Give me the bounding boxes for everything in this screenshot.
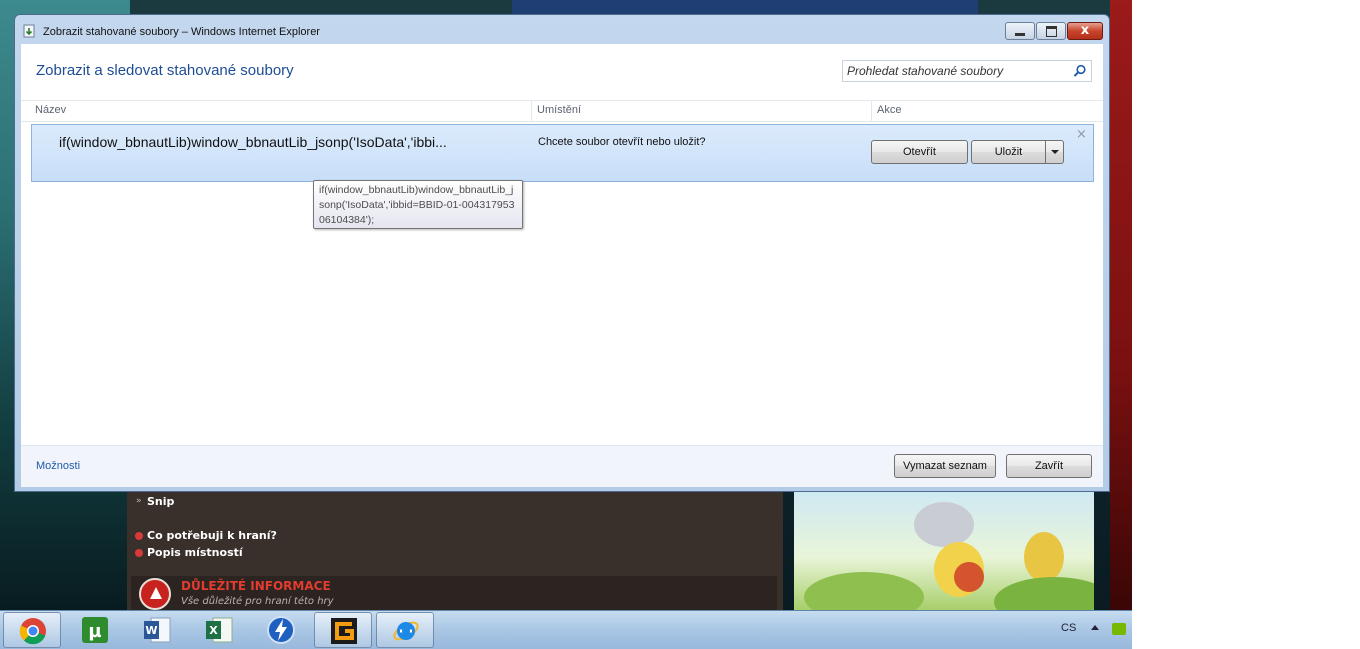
word-icon: W <box>144 617 171 643</box>
window-footer: Možnosti Vymazat seznam Zavřít <box>21 445 1103 487</box>
download-status: Chcete soubor otevřít nebo uložit? <box>538 136 706 148</box>
taskbar-utorrent[interactable]: µ <box>66 612 124 648</box>
column-header-name[interactable]: Název <box>35 104 66 116</box>
taskbar: µ W X CS <box>0 610 1132 649</box>
column-header-location[interactable]: Umístění <box>537 104 581 116</box>
header-band: Zobrazit a sledovat stahované soubory <box>21 44 1103 100</box>
page-title: Zobrazit a sledovat stahované soubory <box>36 62 294 79</box>
info-title: DŮLEŽITÉ INFORMACE <box>181 579 331 593</box>
info-subtitle: Vše důležité pro hraní této hry <box>181 596 334 607</box>
game-banner-image[interactable] <box>794 492 1094 610</box>
minimize-button[interactable] <box>1005 22 1035 40</box>
link-bullet-icon <box>135 532 143 540</box>
save-options-dropdown[interactable] <box>1045 140 1064 164</box>
title-bar[interactable]: Zobrazit stahované soubory – Windows Int… <box>15 15 1109 45</box>
close-window-button[interactable]: x <box>1067 22 1103 40</box>
taskbar-word[interactable]: W <box>128 612 186 648</box>
close-icon: x <box>1080 23 1090 38</box>
menu-link-rooms[interactable]: Popis místností <box>147 546 243 559</box>
important-info-box[interactable]: DŮLEŽITÉ INFORMACE Vše důležité pro hran… <box>131 576 777 610</box>
excel-icon: X <box>206 617 233 643</box>
download-manager-window: Zobrazit stahované soubory – Windows Int… <box>14 14 1110 492</box>
dismiss-download-icon[interactable]: × <box>1076 128 1087 142</box>
internet-explorer-icon <box>393 621 419 641</box>
window-title: Zobrazit stahované soubory – Windows Int… <box>43 26 320 38</box>
flashget-icon <box>267 616 295 644</box>
gameranger-icon <box>331 618 357 644</box>
save-button[interactable]: Uložit <box>971 140 1046 164</box>
maximize-button[interactable] <box>1036 22 1066 40</box>
column-divider <box>871 101 872 122</box>
window-client-area: Zobrazit a sledovat stahované soubory Ná… <box>21 44 1103 487</box>
svg-text:X: X <box>209 624 218 637</box>
taskbar-ie[interactable] <box>376 612 434 648</box>
taskbar-excel[interactable]: X <box>190 612 248 648</box>
search-input[interactable] <box>847 64 1067 78</box>
open-button[interactable]: Otevřít <box>871 140 968 164</box>
background-page-right-strip <box>1110 0 1132 610</box>
column-divider <box>531 101 532 122</box>
background-page-menu: » Snip Co potřebuji k hraní? Popis místn… <box>127 492 783 610</box>
language-indicator[interactable]: CS <box>1061 622 1076 634</box>
options-link[interactable]: Možnosti <box>36 460 80 472</box>
download-manager-icon <box>23 24 35 38</box>
taskbar-gamer[interactable] <box>314 612 372 648</box>
clear-list-button[interactable]: Vymazat seznam <box>894 454 996 478</box>
svg-text:W: W <box>145 624 157 637</box>
link-bullet-icon <box>135 549 143 557</box>
warning-icon <box>139 578 171 610</box>
file-name-tooltip: if(window_bbnautLib)window_bbnautLib_jso… <box>313 180 523 229</box>
download-row[interactable]: if(window_bbnautLib)window_bbnautLib_jso… <box>31 124 1094 182</box>
taskbar-chrome[interactable] <box>3 612 61 648</box>
column-header-actions[interactable]: Akce <box>877 104 901 116</box>
close-button[interactable]: Zavřít <box>1006 454 1092 478</box>
column-headers: Název Umístění Akce <box>21 100 1103 122</box>
nvidia-tray-icon[interactable] <box>1112 623 1126 635</box>
utorrent-icon: µ <box>82 617 108 643</box>
background-page-header-image <box>512 0 978 15</box>
search-icon[interactable] <box>1073 64 1087 78</box>
svg-text:µ: µ <box>88 621 101 642</box>
search-box[interactable] <box>842 60 1092 82</box>
download-file-name: if(window_bbnautLib)window_bbnautLib_jso… <box>59 134 447 150</box>
menu-link-snip[interactable]: Snip <box>147 495 174 508</box>
show-hidden-icons-icon[interactable] <box>1091 625 1099 630</box>
chrome-icon <box>19 618 46 645</box>
taskbar-flashget[interactable] <box>252 612 310 648</box>
menu-link-requirements[interactable]: Co potřebuji k hraní? <box>147 529 277 542</box>
link-bullet-icon: » <box>136 496 142 506</box>
